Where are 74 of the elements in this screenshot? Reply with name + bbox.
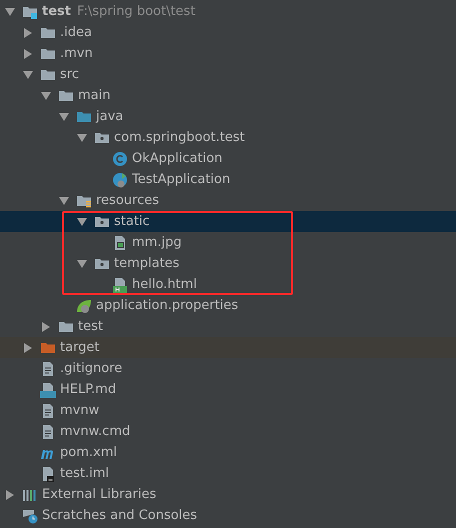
path-hint: F:\spring boot\test	[76, 2, 196, 21]
tree-item-label: test.iml	[60, 464, 109, 483]
text-file-icon	[40, 402, 56, 418]
expanded-arrow-icon[interactable]	[59, 112, 69, 122]
scratches-icon	[22, 508, 38, 524]
tree-row[interactable]: mvnw	[0, 400, 456, 421]
tree-row[interactable]: target	[0, 337, 456, 358]
tree-item-label: templates	[114, 254, 180, 273]
expanded-arrow-icon[interactable]	[5, 6, 15, 16]
tree-row[interactable]: java	[0, 106, 456, 127]
collapsed-arrow-icon[interactable]	[41, 322, 51, 332]
tree-item-label: java	[96, 108, 124, 126]
tree-row[interactable]: Scratches and Consoles	[0, 505, 456, 526]
tree-item-label: Scratches and Consoles	[42, 506, 198, 525]
expanded-arrow-icon[interactable]	[59, 196, 69, 206]
leaf-file-icon	[76, 298, 92, 314]
collapsed-arrow-icon[interactable]	[23, 342, 33, 352]
tree-row[interactable]: HELP.md	[0, 379, 456, 400]
tree-item-label: TestApplication	[132, 170, 230, 189]
collapsed-arrow-icon[interactable]	[23, 28, 33, 38]
expanded-arrow-icon[interactable]	[77, 216, 87, 226]
tree-item-label: resources	[96, 192, 160, 210]
tree-row[interactable]: TestApplication	[0, 169, 456, 190]
tree-item-label: OkApplication	[132, 150, 222, 168]
tree-item-label: pom.xml	[60, 444, 117, 462]
tree-row[interactable]: main	[0, 85, 456, 106]
tree-item-label: .idea	[60, 24, 92, 42]
tree-row[interactable]: .mvn	[0, 43, 456, 64]
tree-row[interactable]: resources	[0, 190, 456, 211]
tree-row[interactable]: test F:\spring boot\test	[0, 1, 456, 22]
tree-item-label: HELP.md	[60, 380, 116, 399]
tree-row[interactable]: src	[0, 64, 456, 85]
tree-row[interactable]: static	[0, 211, 456, 232]
expanded-arrow-icon[interactable]	[41, 90, 51, 100]
tree-row[interactable]: com.springboot.test	[0, 127, 456, 148]
html-file-icon	[112, 276, 128, 292]
tree-row[interactable]: templates	[0, 253, 456, 274]
image-file-icon	[112, 234, 128, 250]
markdown-file-icon	[40, 382, 56, 398]
tree-row[interactable]: OkApplication	[0, 148, 456, 169]
tree-item-label: test	[42, 2, 71, 21]
tree-item-label: .mvn	[60, 44, 93, 63]
tree-item-label: mvnw.cmd	[60, 422, 130, 441]
tree-row[interactable]: application.properties	[0, 295, 456, 316]
tree-row[interactable]: mvnw.cmd	[0, 421, 456, 442]
tree-row[interactable]: External Libraries	[0, 484, 456, 505]
tree-item-label: External Libraries	[42, 486, 156, 504]
collapsed-arrow-icon[interactable]	[5, 490, 15, 500]
tree-item-label: main	[78, 86, 110, 105]
tree-item-label: application.properties	[96, 296, 238, 315]
tree-item-label: .gitignore	[60, 360, 122, 378]
collapsed-arrow-icon[interactable]	[23, 48, 33, 58]
text-file-icon	[40, 424, 56, 440]
expanded-arrow-icon[interactable]	[77, 258, 87, 268]
module-file-icon	[40, 466, 56, 482]
class-icon	[112, 150, 128, 166]
tree-item-label: mvnw	[60, 402, 100, 420]
tree-row[interactable]: .gitignore	[0, 358, 456, 379]
tree-item-label: hello.html	[132, 276, 197, 294]
tree-item-label: target	[60, 338, 100, 357]
tree-item-label: static	[114, 212, 150, 231]
tree-item-label: com.springboot.test	[114, 128, 245, 147]
tree-row[interactable]: test	[0, 316, 456, 337]
tree-item-label: test	[78, 318, 103, 336]
tree-row[interactable]: .idea	[0, 22, 456, 43]
text-file-icon	[40, 360, 56, 376]
expanded-arrow-icon[interactable]	[23, 70, 33, 80]
tree-row[interactable]: test.iml	[0, 463, 456, 484]
tree-row[interactable]: mm.jpg	[0, 232, 456, 253]
expanded-arrow-icon[interactable]	[77, 132, 87, 142]
class-icon	[112, 172, 128, 188]
tree-row[interactable]: pom.xml	[0, 442, 456, 463]
tree-item-label: mm.jpg	[132, 234, 182, 252]
tree-item-label: src	[60, 66, 79, 84]
